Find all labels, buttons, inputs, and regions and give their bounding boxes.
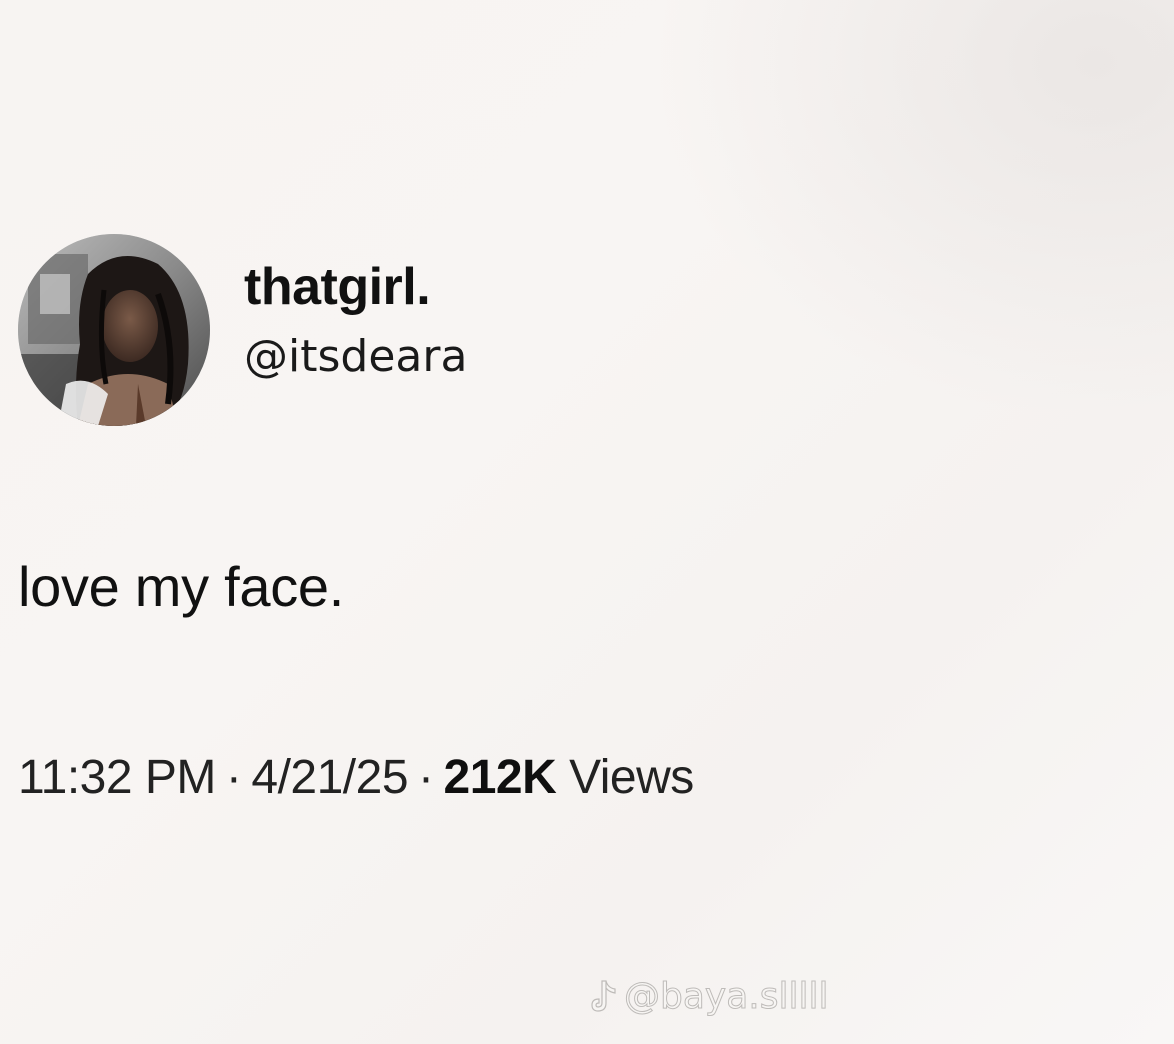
avatar-photo <box>18 234 210 426</box>
views-count[interactable]: 212K <box>444 751 557 804</box>
watermark-text: @baya.slllll <box>624 976 829 1018</box>
avatar[interactable] <box>18 234 210 426</box>
author-text: thatgirl. @itsdeara <box>244 255 467 389</box>
display-name[interactable]: thatgirl. <box>244 255 467 319</box>
user-handle[interactable]: @itsdeara <box>244 325 467 389</box>
tweet-card: thatgirl. @itsdeara love my face. 11:32 … <box>0 0 1174 1044</box>
meta-separator: · <box>418 751 434 804</box>
tweet-date[interactable]: 4/21/25 <box>251 751 408 804</box>
tweet-text: love my face. <box>18 555 345 618</box>
meta-separator: · <box>225 751 242 804</box>
tweet-time[interactable]: 11:32 PM <box>18 751 216 804</box>
watermark: @baya.slllll <box>588 976 829 1018</box>
tiktok-icon <box>591 979 616 1012</box>
tweet-meta: 11:32 PM · 4/21/25 · 212K Views <box>18 748 694 808</box>
views-label: Views <box>569 751 694 804</box>
author-row[interactable]: thatgirl. @itsdeara <box>18 234 467 426</box>
